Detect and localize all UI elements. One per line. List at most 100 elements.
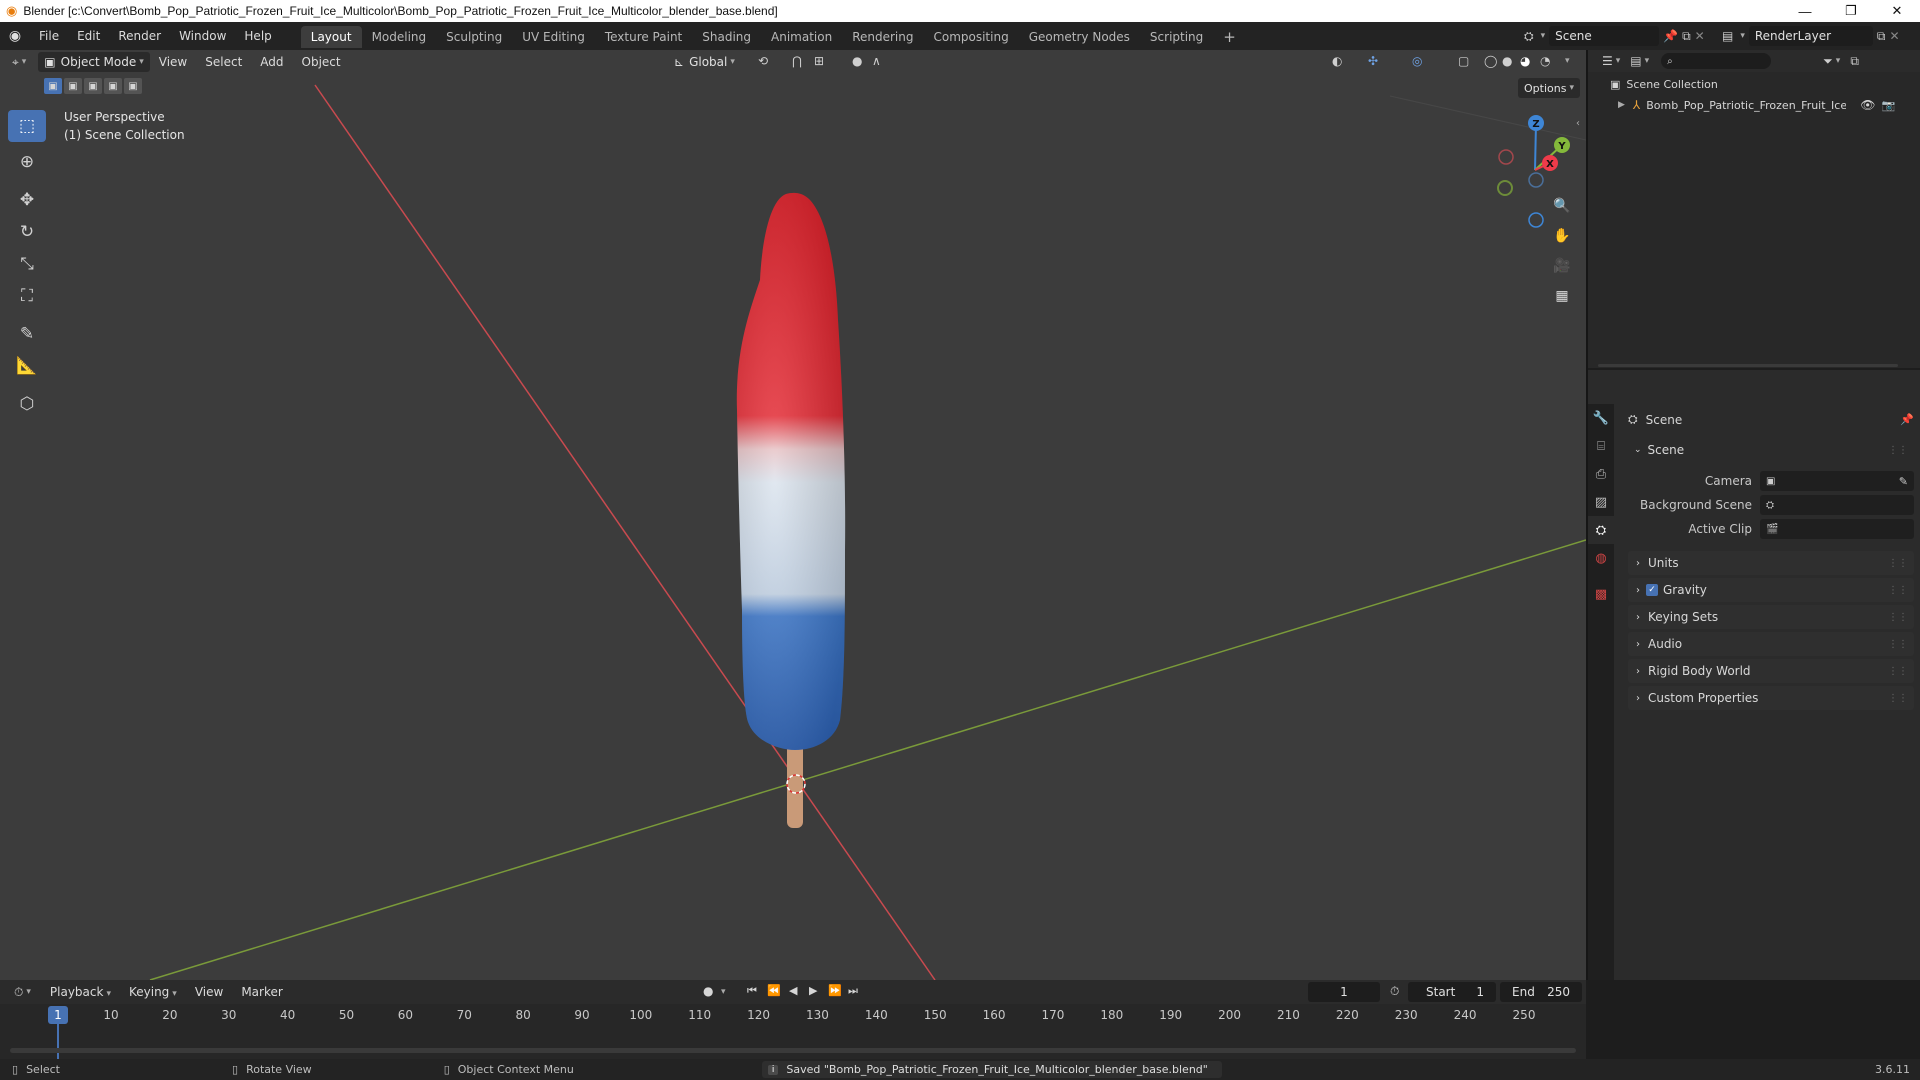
visibility-icon[interactable]: ◐ bbox=[1332, 54, 1342, 68]
render-tab[interactable]: ⌸ bbox=[1588, 432, 1614, 460]
select-new-icon[interactable]: ▣ bbox=[44, 78, 62, 94]
sidebar-toggle-icon[interactable]: ‹ bbox=[1576, 118, 1580, 129]
camera-restrict-icon[interactable]: 📷 bbox=[1882, 99, 1896, 112]
prev-keyframe-icon[interactable]: ⏪ bbox=[767, 984, 781, 997]
pin-icon[interactable]: 📌 bbox=[1663, 29, 1678, 43]
scene-panel-header[interactable]: ⌄ Scene ⋮⋮ bbox=[1628, 438, 1914, 462]
drag-handle-icon[interactable]: ⋮⋮ bbox=[1888, 558, 1908, 569]
3d-viewport[interactable]: Z Y X ⌖ ▾ ▣ Object Mode ▾ View Select Ad… bbox=[0, 50, 1586, 980]
tab-layout[interactable]: Layout bbox=[300, 26, 362, 48]
outliner-scrollbar[interactable] bbox=[1598, 364, 1898, 367]
end-frame-field[interactable]: End 250 bbox=[1500, 982, 1582, 1002]
menu-help[interactable]: Help bbox=[235, 22, 280, 50]
gizmo-toggle-icon[interactable]: ✣ bbox=[1368, 54, 1378, 68]
select-extend-icon[interactable]: ▣ bbox=[64, 78, 82, 94]
rigid-body-world-panel[interactable]: › Rigid Body World ⋮⋮ bbox=[1628, 659, 1914, 683]
annotate-tool[interactable]: ✎ bbox=[8, 318, 46, 350]
tab-compositing[interactable]: Compositing bbox=[923, 26, 1018, 48]
camera-view-button[interactable]: 🎥 bbox=[1550, 254, 1574, 278]
transform-orientation-select[interactable]: ⊾ Global ▾ bbox=[668, 52, 741, 72]
outliner-search-input[interactable]: ⌕ bbox=[1661, 53, 1772, 69]
menu-edit[interactable]: Edit bbox=[68, 22, 109, 50]
timeline-menu-marker[interactable]: Marker bbox=[232, 980, 291, 1004]
rendered-shading-icon[interactable]: ◔ bbox=[1540, 54, 1550, 68]
timeline-ruler[interactable]: 1 10 20 30 40 50 60 70 80 90 100 110 120 130 140 150 160… bbox=[0, 1004, 1586, 1028]
viewport-menu-object[interactable]: Object bbox=[293, 50, 350, 76]
material-shading-icon[interactable]: ◕ bbox=[1520, 54, 1530, 68]
add-cube-tool[interactable]: ⬡ bbox=[8, 388, 46, 420]
overlays-toggle-icon[interactable]: ◎ bbox=[1412, 54, 1422, 68]
delete-scene-icon[interactable]: ✕ bbox=[1695, 29, 1705, 43]
minimize-button[interactable]: — bbox=[1782, 0, 1828, 22]
measure-tool[interactable]: 📐 bbox=[8, 350, 46, 382]
render-layer-field[interactable]: RenderLayer bbox=[1748, 26, 1873, 46]
mode-select[interactable]: ▣ Object Mode ▾ bbox=[38, 52, 150, 72]
timeline-menu-playback[interactable]: Playback ▾ bbox=[41, 980, 120, 1004]
blender-menu-icon[interactable]: ◉ bbox=[0, 28, 30, 44]
timeline[interactable]: ⏱ ▾ Playback ▾ Keying ▾ View Marker ● ▾ ⏮ … bbox=[0, 980, 1586, 1066]
gravity-panel[interactable]: › ✓ Gravity ⋮⋮ bbox=[1628, 578, 1914, 602]
transform-tool[interactable]: ⛶ bbox=[8, 280, 46, 312]
select-intersect-icon[interactable]: ▣ bbox=[124, 78, 142, 94]
display-mode-icon[interactable]: ▤ bbox=[1630, 54, 1641, 68]
delete-layer-icon[interactable]: ✕ bbox=[1889, 29, 1899, 43]
play-icon[interactable]: ▶ bbox=[809, 984, 817, 997]
expand-arrow-icon[interactable]: ▶ bbox=[1618, 100, 1625, 110]
drag-handle-icon[interactable]: ⋮⋮ bbox=[1888, 445, 1908, 456]
auto-keying-icon[interactable]: ● bbox=[703, 984, 713, 998]
tab-geometry-nodes[interactable]: Geometry Nodes bbox=[1019, 26, 1140, 48]
select-subtract-icon[interactable]: ▣ bbox=[84, 78, 102, 94]
pivot-icon[interactable]: ⟲ bbox=[758, 54, 768, 68]
custom-properties-panel[interactable]: › Custom Properties ⋮⋮ bbox=[1628, 686, 1914, 710]
scene-tab[interactable]: ⛭ bbox=[1588, 516, 1614, 544]
jump-start-icon[interactable]: ⏮ bbox=[747, 984, 757, 998]
filter-icon[interactable]: ⏷ bbox=[1823, 54, 1833, 69]
wireframe-shading-icon[interactable]: ◯ bbox=[1484, 54, 1497, 68]
select-invert-icon[interactable]: ▣ bbox=[104, 78, 122, 94]
editor-type-icon[interactable]: ⌖ bbox=[12, 55, 19, 70]
new-scene-icon[interactable]: ⧉ bbox=[1682, 29, 1691, 44]
scene-icon[interactable]: ⛭ bbox=[1524, 29, 1534, 44]
proportional-edit-icon[interactable]: ● bbox=[852, 54, 862, 68]
current-frame-field[interactable]: 1 bbox=[1308, 982, 1380, 1002]
snap-target-icon[interactable]: ⊞ bbox=[814, 54, 824, 68]
menu-render[interactable]: Render bbox=[109, 22, 170, 50]
drag-handle-icon[interactable]: ⋮⋮ bbox=[1888, 666, 1908, 677]
chevron-down-icon[interactable]: ▾ bbox=[1565, 56, 1570, 66]
restore-button[interactable]: ❐ bbox=[1828, 0, 1874, 22]
viewport-menu-add[interactable]: Add bbox=[251, 50, 292, 76]
drag-handle-icon[interactable]: ⋮⋮ bbox=[1888, 639, 1908, 650]
falloff-icon[interactable]: ∧ bbox=[872, 54, 881, 68]
move-tool[interactable]: ✥ bbox=[8, 184, 46, 216]
eye-icon[interactable]: 👁 bbox=[1860, 98, 1875, 112]
stopwatch-icon[interactable]: ⏱ bbox=[1390, 984, 1399, 999]
status-report[interactable]: i Saved "Bomb_Pop_Patriotic_Frozen_Fruit… bbox=[761, 1061, 1222, 1078]
eyedropper-icon[interactable]: ✎ bbox=[1899, 475, 1908, 488]
menu-window[interactable]: Window bbox=[170, 22, 235, 50]
outliner-scene-collection[interactable]: ▣ Scene Collection bbox=[1610, 78, 1718, 91]
new-collection-icon[interactable]: ⧉ bbox=[1850, 54, 1859, 69]
output-tab[interactable]: ⎙ bbox=[1588, 460, 1614, 488]
camera-field[interactable]: ▣ ✎ bbox=[1760, 471, 1914, 491]
xray-icon[interactable]: ▢ bbox=[1458, 54, 1469, 68]
viewport-menu-select[interactable]: Select bbox=[196, 50, 251, 76]
jump-end-icon[interactable]: ⏭ bbox=[848, 984, 858, 998]
tab-modeling[interactable]: Modeling bbox=[362, 26, 437, 48]
active-clip-field[interactable]: 🎬 bbox=[1760, 519, 1914, 539]
menu-file[interactable]: File bbox=[30, 22, 68, 50]
solid-shading-icon[interactable]: ● bbox=[1502, 54, 1512, 68]
keying-sets-panel[interactable]: › Keying Sets ⋮⋮ bbox=[1628, 605, 1914, 629]
close-window-button[interactable]: ✕ bbox=[1874, 0, 1920, 22]
background-scene-field[interactable]: ⛭ bbox=[1760, 495, 1914, 515]
zoom-view-button[interactable]: 🔍 bbox=[1550, 194, 1574, 218]
start-frame-field[interactable]: Start 1 bbox=[1408, 982, 1496, 1002]
play-reverse-icon[interactable]: ◀ bbox=[789, 984, 797, 997]
timeline-scrollbar[interactable] bbox=[10, 1048, 1576, 1053]
cursor-tool[interactable]: ⊕ bbox=[8, 146, 46, 178]
timeline-menu-keying[interactable]: Keying ▾ bbox=[120, 980, 186, 1004]
new-layer-icon[interactable]: ⧉ bbox=[1877, 29, 1886, 44]
texture-tab[interactable]: ▩ bbox=[1588, 580, 1614, 608]
gravity-checkbox[interactable]: ✓ bbox=[1646, 584, 1658, 596]
scene-name-field[interactable]: Scene bbox=[1549, 26, 1660, 46]
rotate-tool[interactable]: ↻ bbox=[8, 216, 46, 248]
